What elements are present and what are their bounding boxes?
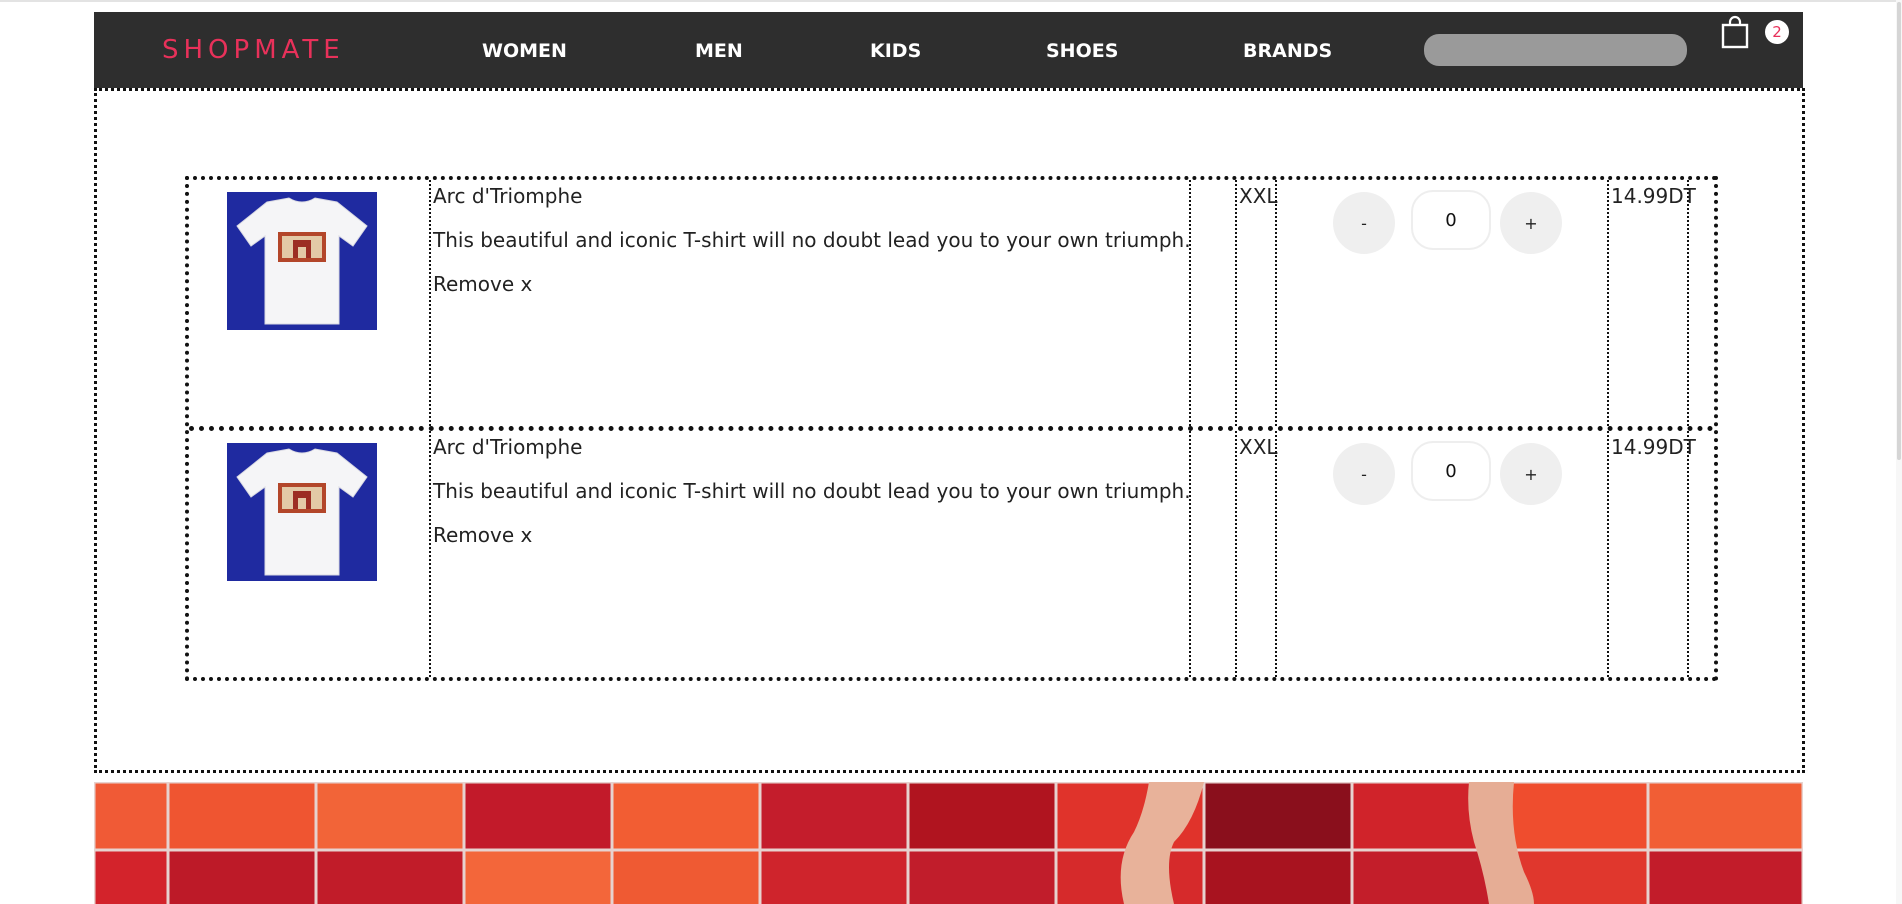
cart-row: Arc d'Triomphe This beautiful and iconic… xyxy=(189,431,1714,677)
nav-shoes[interactable]: SHOES xyxy=(1046,38,1118,64)
quantity-input[interactable] xyxy=(1411,441,1491,501)
vertical-scrollbar[interactable] xyxy=(1896,0,1902,904)
empty-cell xyxy=(1689,431,1714,677)
navbar: SHOPMATE WOMEN MEN KIDS SHOES BRANDS 2 xyxy=(94,12,1803,88)
decrease-quantity-button[interactable]: - xyxy=(1333,192,1395,254)
price-cell: 14.99DT xyxy=(1609,431,1696,677)
nav-kids[interactable]: KIDS xyxy=(870,38,921,64)
product-size: XXL xyxy=(1239,184,1278,208)
cart-row: Arc d'Triomphe This beautiful and iconic… xyxy=(189,180,1714,431)
logo[interactable]: SHOPMATE xyxy=(162,34,345,66)
product-title: Arc d'Triomphe xyxy=(433,184,583,208)
product-image-cell xyxy=(189,431,431,677)
nav-brands[interactable]: BRANDS xyxy=(1243,38,1332,64)
product-image[interactable] xyxy=(227,443,377,581)
tshirt-image xyxy=(227,192,377,330)
search-input[interactable] xyxy=(1424,34,1687,66)
quantity-input[interactable] xyxy=(1411,190,1491,250)
product-title: Arc d'Triomphe xyxy=(433,435,583,459)
tshirt-image xyxy=(227,443,377,581)
decrease-quantity-button[interactable]: - xyxy=(1333,443,1395,505)
empty-cell xyxy=(1191,431,1237,677)
product-description: This beautiful and iconic T-shirt will n… xyxy=(433,479,1191,503)
product-description: This beautiful and iconic T-shirt will n… xyxy=(433,228,1191,252)
product-size: XXL xyxy=(1239,435,1278,459)
product-price: 14.99DT xyxy=(1611,184,1696,208)
size-cell: XXL xyxy=(1237,431,1278,677)
remove-item-link[interactable]: Remove x xyxy=(433,523,532,547)
empty-cell xyxy=(1191,180,1237,426)
cart-container: Arc d'Triomphe This beautiful and iconic… xyxy=(94,88,1805,773)
banner-image xyxy=(94,782,1803,904)
shopping-bag-icon[interactable] xyxy=(1721,15,1749,49)
cart-count-badge: 2 xyxy=(1765,20,1789,44)
product-price: 14.99DT xyxy=(1611,435,1696,459)
remove-item-link[interactable]: Remove x xyxy=(433,272,532,296)
increase-quantity-button[interactable]: + xyxy=(1500,443,1562,505)
cart-table: Arc d'Triomphe This beautiful and iconic… xyxy=(185,176,1718,681)
scrollbar-thumb[interactable] xyxy=(1897,2,1901,460)
nav-women[interactable]: WOMEN xyxy=(482,38,567,64)
quantity-cell: - + xyxy=(1277,180,1609,426)
size-cell: XXL xyxy=(1237,180,1278,426)
increase-quantity-button[interactable]: + xyxy=(1500,192,1562,254)
product-description-cell: Arc d'Triomphe This beautiful and iconic… xyxy=(431,431,1191,677)
nav-men[interactable]: MEN xyxy=(695,38,743,64)
price-cell: 14.99DT xyxy=(1609,180,1696,426)
empty-cell xyxy=(1689,180,1714,426)
product-image-cell xyxy=(189,180,431,426)
top-border xyxy=(0,0,1902,2)
product-image[interactable] xyxy=(227,192,377,330)
promo-banner xyxy=(94,782,1803,904)
quantity-cell: - + xyxy=(1277,431,1609,677)
product-description-cell: Arc d'Triomphe This beautiful and iconic… xyxy=(431,180,1191,426)
